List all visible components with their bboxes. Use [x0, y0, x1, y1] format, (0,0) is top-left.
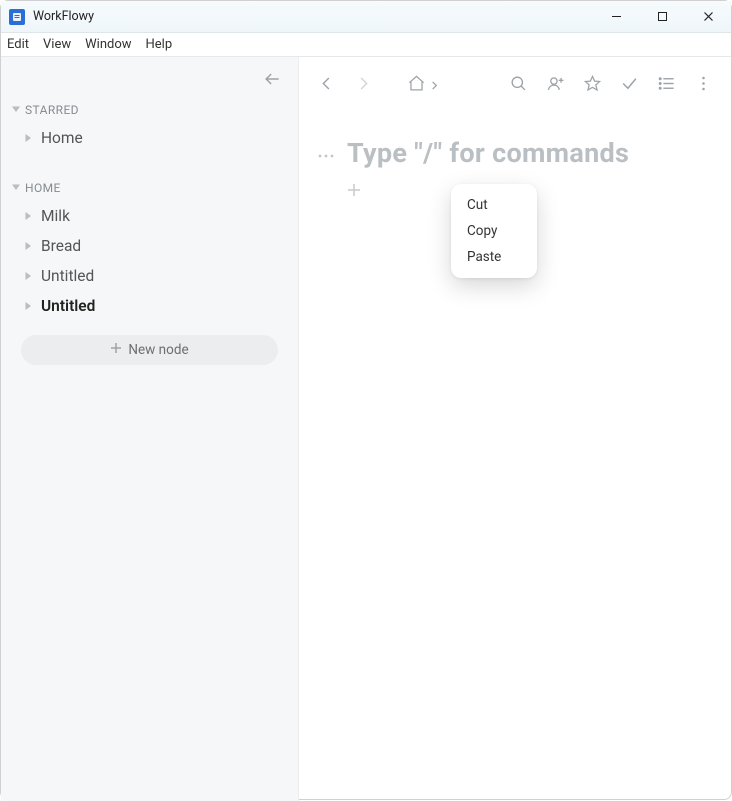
minimize-button[interactable] [593, 1, 639, 32]
chevron-right-icon [430, 81, 439, 90]
sidebar-item-untitled-1[interactable]: Untitled [1, 261, 298, 291]
context-menu: Cut Copy Paste [451, 184, 537, 278]
plus-icon [110, 342, 122, 358]
star-button[interactable] [583, 74, 602, 97]
content-area: STARRED Home HOME Milk Bread Untitled Un… [1, 57, 731, 801]
menubar: Edit View Window Help [1, 33, 731, 57]
sidebar-item-home[interactable]: Home [1, 123, 298, 153]
context-menu-paste[interactable]: Paste [451, 244, 537, 270]
chevron-right-icon [23, 237, 33, 255]
titlebar: WorkFlowy [1, 1, 731, 33]
drag-handle-icon[interactable] [317, 147, 335, 163]
breadcrumb[interactable] [407, 74, 439, 97]
sidebar-item-label: Untitled [41, 297, 95, 315]
sidebar-item-label: Untitled [41, 267, 94, 285]
chevron-down-icon [11, 103, 21, 117]
menu-window[interactable]: Window [85, 37, 131, 52]
close-button[interactable] [685, 1, 731, 32]
window-title: WorkFlowy [33, 9, 94, 24]
sidebar-item-milk[interactable]: Milk [1, 201, 298, 231]
more-button[interactable] [694, 74, 713, 97]
sidebar-item-label: Milk [41, 207, 70, 225]
search-button[interactable] [509, 74, 528, 97]
sidebar-item-label: Home [41, 129, 83, 147]
complete-button[interactable] [620, 74, 639, 97]
section-header-home[interactable]: HOME [1, 171, 298, 201]
chevron-down-icon [11, 181, 21, 195]
section-label: HOME [25, 181, 61, 195]
chevron-right-icon [23, 297, 33, 315]
context-menu-cut[interactable]: Cut [451, 192, 537, 218]
nav-forward-button[interactable] [354, 74, 373, 97]
app-icon [9, 9, 25, 25]
sidebar: STARRED Home HOME Milk Bread Untitled Un… [1, 57, 299, 801]
sidebar-item-bread[interactable]: Bread [1, 231, 298, 261]
menu-view[interactable]: View [43, 37, 71, 52]
sidebar-collapse-button[interactable] [262, 69, 282, 93]
list-view-button[interactable] [657, 74, 676, 97]
sidebar-item-label: Bread [41, 237, 81, 255]
new-node-label: New node [128, 342, 188, 358]
section-label: STARRED [25, 103, 79, 117]
toolbar [317, 71, 713, 99]
new-node-button[interactable]: New node [21, 335, 278, 365]
main-pane: Type "/" for commands [299, 57, 731, 801]
chevron-right-icon [23, 129, 33, 147]
sidebar-item-untitled-2[interactable]: Untitled [1, 291, 298, 321]
title-placeholder[interactable]: Type "/" for commands [347, 137, 713, 169]
context-menu-copy[interactable]: Copy [451, 218, 537, 244]
window-controls [593, 1, 731, 32]
chevron-right-icon [23, 207, 33, 225]
home-icon [407, 74, 426, 97]
nav-back-button[interactable] [317, 74, 336, 97]
chevron-right-icon [23, 267, 33, 285]
menu-edit[interactable]: Edit [7, 37, 29, 52]
menu-help[interactable]: Help [146, 37, 173, 52]
section-header-starred[interactable]: STARRED [1, 93, 298, 123]
share-button[interactable] [546, 74, 565, 97]
maximize-button[interactable] [639, 1, 685, 32]
